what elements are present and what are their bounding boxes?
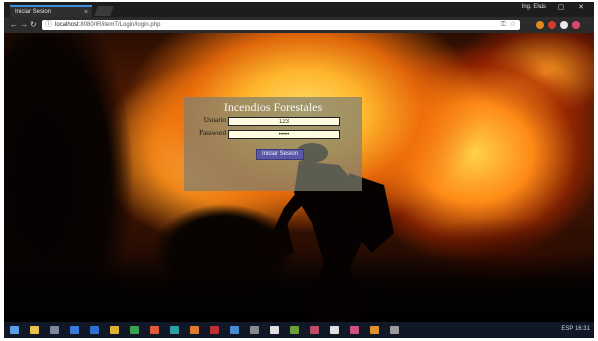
bookmark-star-icon[interactable]: ☆ [510, 20, 516, 30]
password-label: Password [199, 129, 226, 137]
edge-icon[interactable] [70, 326, 79, 334]
ext-pink-icon[interactable] [572, 21, 580, 29]
user-input[interactable] [228, 117, 340, 126]
app-gray-icon[interactable] [250, 326, 259, 334]
user-label: Usuario [203, 116, 226, 124]
new-tab-button[interactable] [94, 6, 114, 16]
ext-red-icon[interactable] [548, 21, 556, 29]
ext-orange-icon[interactable] [536, 21, 544, 29]
app-orange-icon[interactable] [190, 326, 199, 334]
app-green-icon[interactable] [130, 326, 139, 334]
file-icon[interactable] [270, 326, 279, 334]
ext-white-icon[interactable] [560, 21, 568, 29]
taskbar: ESP 16:31 [4, 322, 594, 338]
app-red-icon[interactable] [210, 326, 219, 334]
login-button[interactable]: Iniciar Sesion [256, 149, 304, 160]
app-amber-icon[interactable] [370, 326, 379, 334]
chrome-icon[interactable] [150, 326, 159, 334]
app-yellow-icon[interactable] [110, 326, 119, 334]
window-controls[interactable]: – ▢ ✕ [540, 3, 590, 11]
reload-icon[interactable]: ↻ [30, 20, 37, 29]
back-icon[interactable]: ← [10, 20, 18, 29]
tab-iniciar-sesion[interactable]: Iniciar Sesion × [10, 5, 92, 17]
start-icon[interactable] [10, 326, 19, 334]
forward-icon[interactable]: → [20, 20, 28, 29]
app-lime-icon[interactable] [290, 326, 299, 334]
app-sky-icon[interactable] [230, 326, 239, 334]
tab-title: Iniciar Sesion [15, 9, 52, 15]
settings-icon[interactable] [390, 326, 399, 334]
tab-strip: Iniciar Sesion × Ing. Elvis – ▢ ✕ [4, 2, 594, 17]
app-ruby-icon[interactable] [310, 326, 319, 334]
app-blue-icon[interactable] [90, 326, 99, 334]
page-background: Incendios Forestales Usuario Password In… [4, 33, 594, 323]
system-tray[interactable]: ESP 16:31 [561, 326, 590, 332]
login-title: Incendios Forestales [223, 100, 323, 114]
login-panel: Incendios Forestales Usuario Password In… [184, 97, 362, 191]
explorer-icon[interactable] [30, 326, 39, 334]
browser-toolbar: ← → ↻ ⓘ localhost:8080/IR/itemT/Login/lo… [4, 17, 594, 33]
app-teal-icon[interactable] [170, 326, 179, 334]
key-icon[interactable]: ⚿ [501, 20, 506, 30]
address-bar[interactable]: ⓘ localhost:8080/IR/itemT/Login/login.ph… [42, 20, 520, 30]
app-pink-icon[interactable] [350, 326, 359, 334]
url-text[interactable]: localhost:8080/IR/itemT/Login/login.php [55, 20, 160, 30]
password-input[interactable] [228, 130, 340, 139]
screen: Iniciar Sesion × Ing. Elvis – ▢ ✕ ← → ↻ … [4, 2, 594, 338]
notepad-icon[interactable] [330, 326, 339, 334]
taskview-icon[interactable] [50, 326, 59, 334]
info-icon[interactable]: ⓘ [45, 20, 52, 30]
